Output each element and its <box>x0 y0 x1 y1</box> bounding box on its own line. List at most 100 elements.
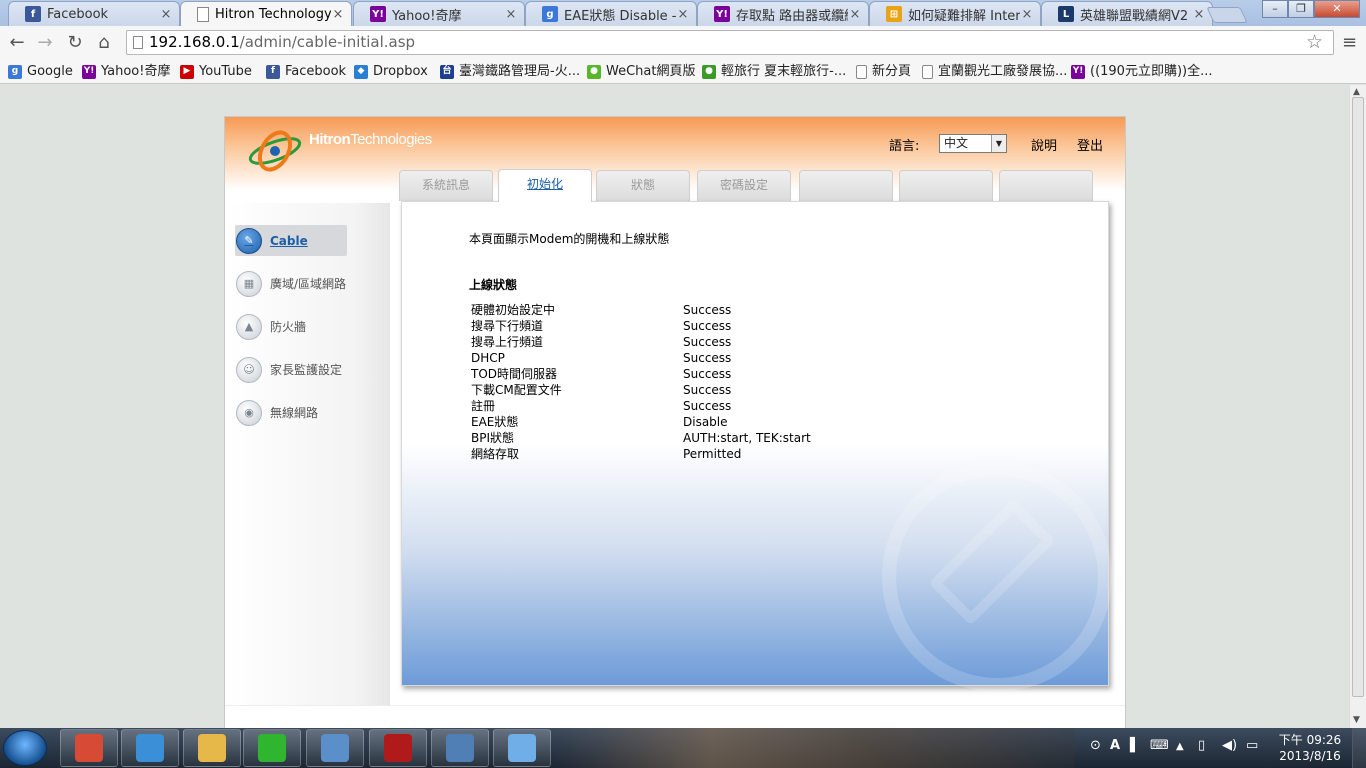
status-row: 搜尋上行頻道 Success <box>471 334 811 350</box>
router-admin-frame: HitronTechnologies 語言: 中文 ▼ 說明 登出 系統訊息 初始化… <box>224 116 1126 728</box>
chrome-app[interactable] <box>60 729 118 767</box>
railway-icon: 台 <box>440 64 454 79</box>
reload-icon[interactable]: ↻ <box>62 30 88 56</box>
bookmark-label: 臺灣鐵路管理局-火... <box>459 64 581 79</box>
bookmark-label: YouTube <box>199 64 252 79</box>
chat-app[interactable] <box>493 729 551 767</box>
close-tab-icon[interactable]: × <box>1192 7 1206 22</box>
bookmark-star-icon[interactable]: ☆ <box>1306 30 1323 55</box>
chat-app-icon <box>508 734 536 762</box>
network-tool-app[interactable] <box>431 729 489 767</box>
router-tab[interactable]: 密碼設定 <box>697 170 791 201</box>
close-window-button[interactable]: ✕ <box>1314 0 1360 18</box>
bookmark-label: ((190元立即購))全... <box>1090 64 1213 79</box>
close-tab-icon[interactable]: × <box>676 7 690 22</box>
file-explorer-app-icon <box>198 734 226 762</box>
line-app[interactable] <box>243 729 301 767</box>
status-value: Success <box>683 335 732 349</box>
sidebar-item[interactable]: ✎ Cable <box>235 225 347 256</box>
game-app-icon <box>384 734 412 762</box>
bookmark-item[interactable]: ● 輕旅行 夏末輕旅行-... <box>702 62 846 81</box>
chevron-down-icon: ▼ <box>991 135 1006 152</box>
sidebar-item[interactable]: ◉ 無線網路 <box>235 397 347 428</box>
minimize-button[interactable]: – <box>1262 0 1288 18</box>
sidebar-item[interactable]: ☺ 家長監護設定 <box>235 354 347 385</box>
scroll-up-icon[interactable]: ▲ <box>1353 87 1360 97</box>
bookmark-item[interactable]: f Facebook <box>266 62 346 81</box>
start-button[interactable] <box>3 730 47 766</box>
help-link[interactable]: 說明 <box>1031 135 1057 154</box>
close-tab-icon[interactable]: × <box>159 7 173 22</box>
wechat-icon: ● <box>587 64 601 79</box>
file-explorer-app[interactable] <box>183 729 241 767</box>
media-player-app[interactable] <box>121 729 179 767</box>
new-tab-button[interactable] <box>1206 7 1248 23</box>
menu-icon[interactable]: ≡ <box>1342 30 1357 55</box>
status-table: 硬體初始設定中 Success 搜尋下行頻道 Success 搜尋上行頻道 Success… <box>471 302 811 462</box>
router-tab[interactable] <box>899 170 993 201</box>
keyboard-icon[interactable]: ⌨ <box>1150 738 1169 753</box>
home-icon[interactable]: ⌂ <box>91 30 117 56</box>
browser-tab[interactable]: f Facebook × <box>8 1 180 26</box>
bookmark-item[interactable]: g Google <box>8 62 73 81</box>
browser-tab[interactable]: Y! 存取點 路由器或纜線數× <box>697 1 869 26</box>
status-row: 搜尋下行頻道 Success <box>471 318 811 334</box>
browser-tab[interactable]: ⊞ 如何疑難排解 Internet× <box>869 1 1041 26</box>
logout-link[interactable]: 登出 <box>1077 135 1103 154</box>
sidebar-item-label: 無線網路 <box>270 406 319 420</box>
router-tab[interactable]: 狀態 <box>596 170 690 201</box>
bookmark-item[interactable]: Y! Yahoo!奇摩 <box>82 62 170 81</box>
bookmark-item[interactable]: 台臺灣鐵路管理局-火... <box>440 62 580 81</box>
address-bar[interactable]: 192.168.0.1/admin/cable-initial.asp <box>126 30 1334 55</box>
status-key: DHCP <box>471 351 505 365</box>
close-tab-icon[interactable]: × <box>504 7 518 22</box>
close-tab-icon[interactable]: × <box>848 7 862 22</box>
bookmark-item[interactable]: Y! ((190元立即購))全... <box>1071 62 1213 81</box>
show-desktop-button[interactable] <box>1352 728 1366 768</box>
windows-taskbar: ⊙ A ▌ ⌨ ▲ ▯ ◀) ▭ 下午 09:26 2013/8/16 <box>0 728 1366 768</box>
sidebar-item[interactable]: ▲ 防火牆 <box>235 311 347 342</box>
router-tab[interactable]: 初始化 <box>498 169 592 202</box>
vertical-scrollbar[interactable]: ▲ ▼ <box>1349 85 1366 728</box>
router-tab[interactable] <box>799 170 893 201</box>
bookmark-item[interactable]: ● WeChat網頁版 <box>587 62 695 81</box>
scroll-down-icon[interactable]: ▼ <box>1353 715 1360 725</box>
show-hidden-icons[interactable]: ▲ <box>1176 741 1184 752</box>
system-clock[interactable]: 下午 09:26 2013/8/16 <box>1276 732 1344 764</box>
close-tab-icon[interactable]: × <box>1020 7 1034 22</box>
ime-icon[interactable]: A <box>1110 738 1120 753</box>
device-icon[interactable]: ▯ <box>1198 738 1205 753</box>
maximize-button[interactable]: ❐ <box>1288 0 1314 18</box>
volume-icon[interactable]: ◀) <box>1222 738 1237 753</box>
language-value: 中文 <box>944 136 969 150</box>
scrollbar-thumb[interactable] <box>1352 97 1364 697</box>
tray-app-icon[interactable]: ⊙ <box>1090 738 1101 753</box>
address-path: /admin/cable-initial.asp <box>239 33 416 51</box>
browser-tab[interactable]: g EAE狀態 Disable - Go× <box>525 1 697 26</box>
input-mode-icon[interactable]: ▌ <box>1130 738 1140 753</box>
close-tab-icon[interactable]: × <box>331 7 345 22</box>
bookmark-item[interactable]: 宜蘭觀光工廠發展協... <box>922 62 1067 81</box>
tab-title: 存取點 路由器或纜線數 <box>736 8 848 24</box>
status-row: EAE狀態 Disable <box>471 414 811 430</box>
back-icon[interactable]: ← <box>4 30 30 56</box>
control-panel-app[interactable] <box>306 729 364 767</box>
bookmark-item[interactable]: ▶ YouTube <box>180 62 252 81</box>
status-row: 註冊 Success <box>471 398 811 414</box>
yahoo-icon: Y! <box>1071 64 1085 79</box>
browser-tab[interactable]: L 英雄聯盟戰績網V2 - L× <box>1041 1 1213 26</box>
router-tab[interactable]: 系統訊息 <box>399 170 493 201</box>
game-app[interactable] <box>369 729 427 767</box>
sidebar-item[interactable]: ▦ 廣域/區域網路 <box>235 268 347 299</box>
address-host: 192.168.0.1 <box>149 33 240 51</box>
media-player-app-icon <box>136 734 164 762</box>
router-tab[interactable] <box>999 170 1093 201</box>
browser-tab[interactable]: Hitron Technology × <box>180 1 352 26</box>
bookmark-item[interactable]: 新分頁 <box>856 62 911 81</box>
language-select[interactable]: 中文 ▼ <box>939 134 1007 153</box>
browser-tab[interactable]: Y! Yahoo!奇摩 × <box>353 1 525 26</box>
bookmark-item[interactable]: ◆ Dropbox <box>354 62 428 81</box>
network-tray-icon[interactable]: ▭ <box>1246 738 1258 753</box>
forward-icon[interactable]: → <box>32 30 58 56</box>
hitron-logo <box>248 130 302 172</box>
